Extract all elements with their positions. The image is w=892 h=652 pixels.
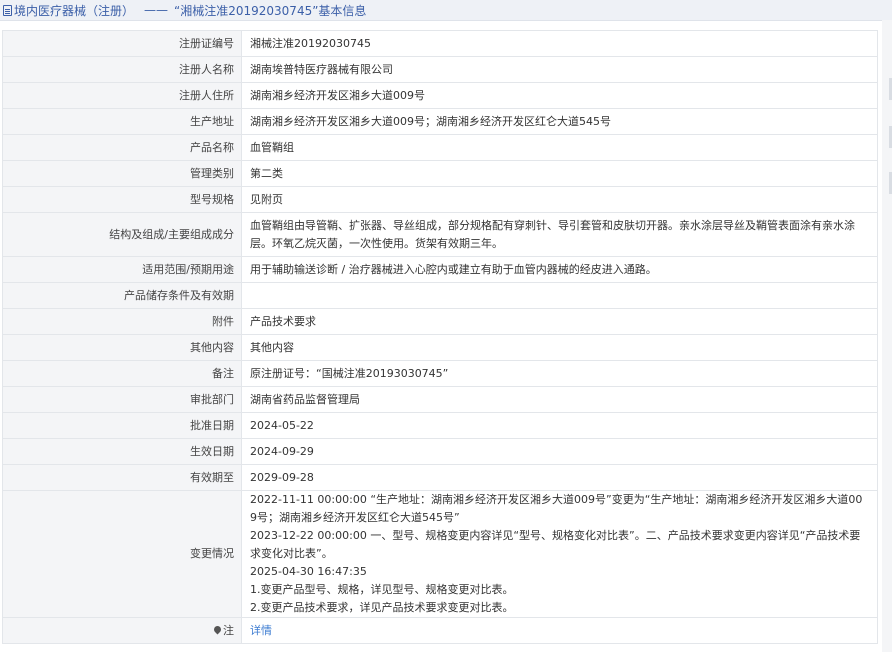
field-value: 见附页 [241,186,878,213]
field-label: 附件 [2,308,242,335]
field-value: 湖南省药品监督管理局 [241,386,878,413]
table-row: 变更情况 2022-11-11 00:00:00 “生产地址：湖南湘乡经济开发区… [2,490,878,618]
table-row: 有效期至 2029-09-28 [2,464,878,491]
field-value: 2024-05-22 [241,412,878,439]
table-row: 生产地址 湖南湘乡经济开发区湘乡大道009号；湖南湘乡经济开发区红仑大道545号 [2,108,878,135]
change-entry: 2025-04-30 16:47:35 [250,565,367,578]
field-label: 生产地址 [2,108,242,135]
field-label: 产品名称 [2,134,242,161]
page-header: 境内医疗器械（注册） —— “湘械注准20192030745”基本信息 [0,0,892,21]
field-value: 2029-09-28 [241,464,878,491]
scroll-gutter [882,20,892,652]
table-row: 型号规格 见附页 [2,186,878,213]
note-label: 注 [2,617,242,644]
field-value: 用于辅助输送诊断 / 治疗器械进入心腔内或建立有助于血管内器械的经皮进入通路。 [241,256,878,283]
table-row: 产品储存条件及有效期 [2,282,878,309]
table-row: 备注 原注册证号：“国械注准20193030745” [2,360,878,387]
field-label: 有效期至 [2,464,242,491]
field-label: 批准日期 [2,412,242,439]
change-entry: 2.变更产品技术要求，详见产品技术要求变更对比表。 [250,601,514,614]
field-value: 血管鞘组 [241,134,878,161]
field-value: 湖南湘乡经济开发区湘乡大道009号；湖南湘乡经济开发区红仑大道545号 [241,108,878,135]
table-row: 管理类别 第二类 [2,160,878,187]
change-entry: 2022-11-11 00:00:00 “生产地址：湖南湘乡经济开发区湘乡大道0… [250,493,863,524]
table-row: 批准日期 2024-05-22 [2,412,878,439]
field-label: 注册人住所 [2,82,242,109]
field-value: 湘械注准20192030745 [241,30,878,57]
field-label: 审批部门 [2,386,242,413]
field-label: 其他内容 [2,334,242,361]
field-label: 管理类别 [2,160,242,187]
table-row: 适用范围/预期用途 用于辅助输送诊断 / 治疗器械进入心腔内或建立有助于血管内器… [2,256,878,283]
change-history: 2022-11-11 00:00:00 “生产地址：湖南湘乡经济开发区湘乡大道0… [241,490,878,618]
document-icon [3,4,12,16]
field-label: 产品储存条件及有效期 [2,282,242,309]
table-row: 审批部门 湖南省药品监督管理局 [2,386,878,413]
table-row: 产品名称 血管鞘组 [2,134,878,161]
field-label: 适用范围/预期用途 [2,256,242,283]
field-label: 型号规格 [2,186,242,213]
field-value: 血管鞘组由导管鞘、扩张器、导丝组成，部分规格配有穿刺针、导引套管和皮肤切开器。亲… [241,212,878,257]
field-value: 第二类 [241,160,878,187]
field-label: 注册证编号 [2,30,242,57]
details-link[interactable]: 详情 [250,624,272,637]
change-entry: 2023-12-22 00:00:00 一、型号、规格变更内容详见“型号、规格变… [250,529,861,560]
table-row: 附件 产品技术要求 [2,308,878,335]
field-value: 产品技术要求 [241,308,878,335]
field-label: 变更情况 [2,490,242,618]
header-category[interactable]: 境内医疗器械（注册） [14,2,134,19]
location-pin-icon [212,624,223,634]
field-label: 结构及组成/主要组成成分 [2,212,242,257]
table-row: 注 详情 [2,617,878,644]
table-row: 其他内容 其他内容 [2,334,878,361]
change-entry: 1.变更产品型号、规格，详见型号、规格变更对比表。 [250,583,514,596]
field-label: 注册人名称 [2,56,242,83]
table-row: 注册人住所 湖南湘乡经济开发区湘乡大道009号 [2,82,878,109]
field-value: 湖南湘乡经济开发区湘乡大道009号 [241,82,878,109]
header-title: “湘械注准20192030745”基本信息 [174,3,367,18]
field-value [241,282,878,309]
table-row: 注册证编号 湘械注准20192030745 [2,30,878,57]
field-value: 详情 [241,617,878,644]
field-label: 备注 [2,360,242,387]
header-separator: —— [144,3,169,17]
note-label-text: 注 [223,623,234,637]
registration-info-table: 注册证编号 湘械注准20192030745 注册人名称 湖南埃普特医疗器械有限公… [2,30,878,644]
field-value: 湖南埃普特医疗器械有限公司 [241,56,878,83]
field-value: 其他内容 [241,334,878,361]
field-value: 原注册证号：“国械注准20193030745” [241,360,878,387]
table-row: 结构及组成/主要组成成分 血管鞘组由导管鞘、扩张器、导丝组成，部分规格配有穿刺针… [2,212,878,257]
table-row: 注册人名称 湖南埃普特医疗器械有限公司 [2,56,878,83]
field-value: 2024-09-29 [241,438,878,465]
field-label: 生效日期 [2,438,242,465]
table-row: 生效日期 2024-09-29 [2,438,878,465]
